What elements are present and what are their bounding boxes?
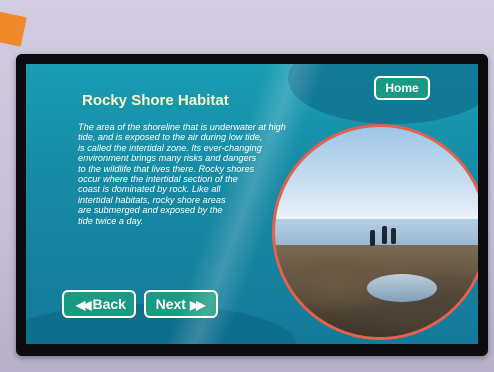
back-button[interactable]: ◀◀ Back — [62, 290, 136, 318]
rocky-shore-photo — [272, 124, 478, 340]
double-left-arrow-icon: ◀◀ — [76, 298, 92, 312]
photo-sky — [275, 127, 478, 220]
home-button[interactable]: Home — [374, 76, 430, 100]
kiosk-screen: Rocky Shore Habitat The area of the shor… — [26, 64, 478, 344]
photo-person — [390, 227, 396, 244]
back-label: Back — [92, 296, 126, 312]
photo-tide-pool — [367, 274, 438, 302]
page-title: Rocky Shore Habitat — [82, 92, 229, 109]
photo-person — [369, 229, 375, 246]
photo-person — [382, 225, 388, 244]
